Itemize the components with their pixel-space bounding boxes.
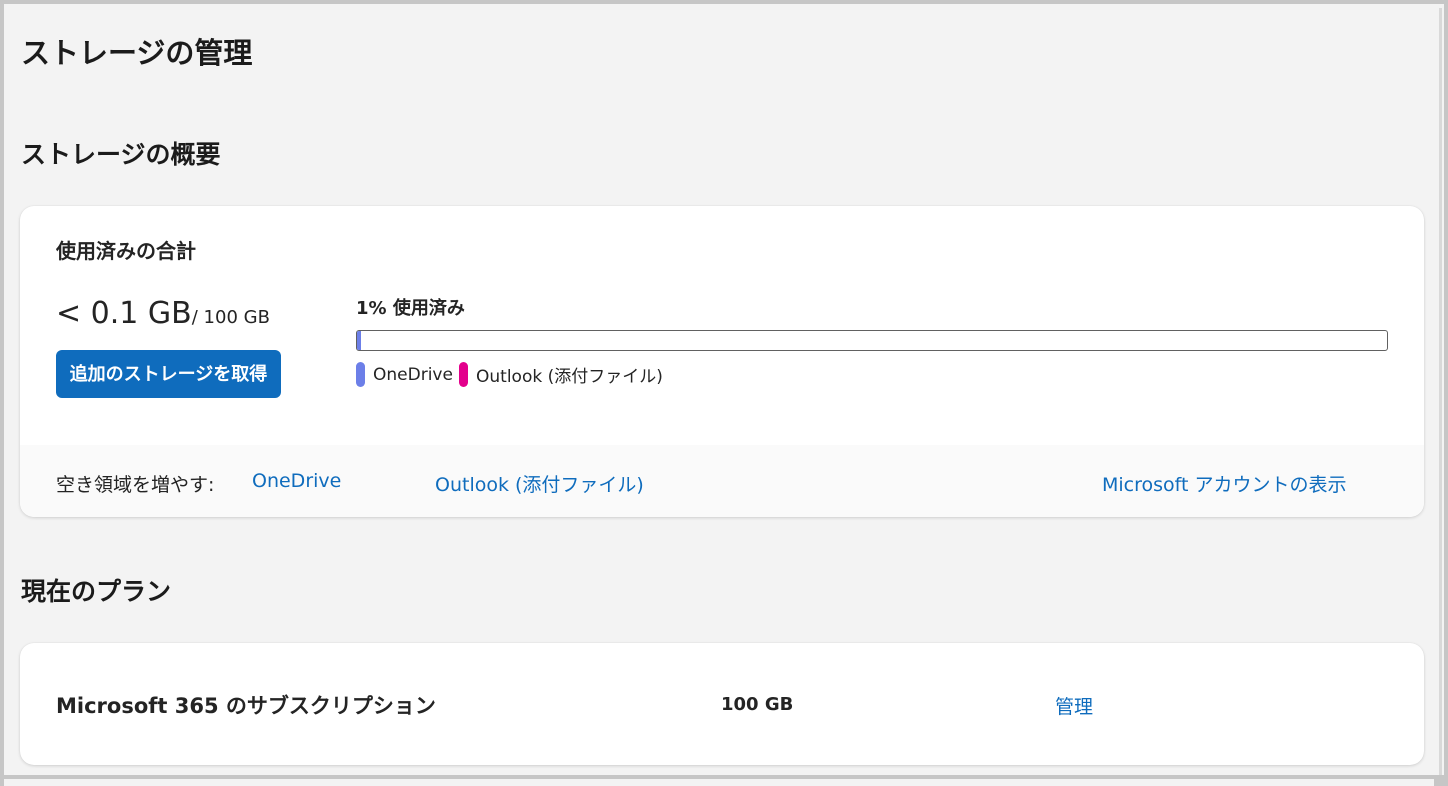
current-plan-heading: 現在のプラン xyxy=(21,577,172,606)
storage-progress-bar xyxy=(356,330,1388,351)
percent-used-label: 1% 使用済み xyxy=(356,298,465,319)
storage-overview-card: 使用済みの合計 < 0.1 GB/ 100 GB 追加のストレージを取得 1% … xyxy=(20,206,1424,517)
used-value: < 0.1 GB xyxy=(56,296,192,331)
outlook-swatch xyxy=(459,362,468,387)
legend-outlook: Outlook (添付ファイル) xyxy=(459,362,663,387)
onedrive-swatch xyxy=(356,362,365,387)
view-microsoft-account-link[interactable]: Microsoft アカウントの表示 xyxy=(1102,470,1347,497)
total-capacity: / 100 GB xyxy=(191,307,270,328)
current-plan-card: Microsoft 365 のサブスクリプション 100 GB 管理 xyxy=(20,643,1424,765)
total-used-heading: 使用済みの合計 xyxy=(56,239,196,263)
bottom-edge xyxy=(0,775,1448,786)
storage-progress-fill xyxy=(357,331,362,350)
legend-onedrive-label: OneDrive xyxy=(373,364,453,385)
plan-size: 100 GB xyxy=(721,694,794,715)
legend-onedrive: OneDrive xyxy=(356,362,453,387)
onedrive-link[interactable]: OneDrive xyxy=(252,470,341,492)
plan-name: Microsoft 365 のサブスクリプション xyxy=(56,694,436,718)
outlook-attachments-link[interactable]: Outlook (添付ファイル) xyxy=(435,470,644,497)
manage-plan-link[interactable]: 管理 xyxy=(1055,692,1093,719)
app-window: ストレージの管理 ストレージの概要 使用済みの合計 < 0.1 GB/ 100 … xyxy=(0,0,1448,786)
free-space-label: 空き領域を増やす: xyxy=(56,474,215,496)
storage-overview-heading: ストレージの概要 xyxy=(21,140,221,169)
page-title: ストレージの管理 xyxy=(21,36,253,70)
used-amount: < 0.1 GB/ 100 GB xyxy=(56,296,270,331)
legend-outlook-label: Outlook (添付ファイル) xyxy=(476,367,663,387)
get-more-storage-button[interactable]: 追加のストレージを取得 xyxy=(56,350,281,398)
